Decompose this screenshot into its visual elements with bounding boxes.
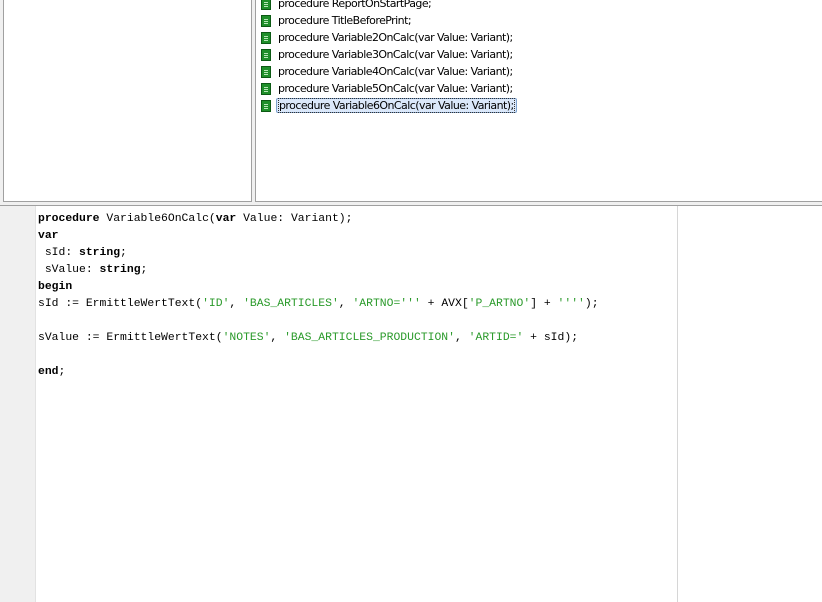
tree-item-procedure[interactable]: procedure Variable3OnCalc(var Value: Var… (261, 46, 517, 63)
tree-item-procedure[interactable]: procedure Variable6OnCalc(var Value: Var… (261, 97, 517, 114)
code-area[interactable]: procedure Variable6OnCalc(var Value: Var… (38, 211, 599, 381)
top-area: procedure ReportOnStartPage; procedure Ti… (0, 0, 822, 202)
code-string: 'ARTID=' (468, 332, 524, 344)
code-text: , (270, 332, 285, 344)
tree-item-label: procedure Variable2OnCalc(var Value: Var… (276, 30, 515, 45)
code-text: sValue := ErmittleWertText( (38, 332, 223, 344)
code-text: + AVX[ (420, 298, 469, 310)
code-keyword: string (99, 264, 141, 276)
tree-item-procedure[interactable]: procedure Variable4OnCalc(var Value: Var… (261, 63, 517, 80)
procedure-icon (261, 0, 271, 10)
procedure-list: procedure ReportOnStartPage; procedure Ti… (261, 0, 517, 114)
tree-item-procedure[interactable]: procedure Variable2OnCalc(var Value: Var… (261, 29, 517, 46)
tree-item-text: procedure Variable5OnCalc(var Value: Var… (278, 82, 513, 95)
code-text: ; (58, 366, 66, 378)
code-keyword: var (215, 213, 237, 225)
code-line: var (38, 228, 599, 245)
code-string: 'BAS_ARTICLES_PRODUCTION' (284, 332, 455, 344)
code-text: sValue: (38, 264, 100, 276)
tree-item-text: procedure Variable6OnCalc(var Value: Var… (278, 98, 515, 113)
procedure-icon (261, 31, 271, 44)
tree-item-label: procedure Variable4OnCalc(var Value: Var… (276, 64, 515, 79)
code-text: ] + (530, 298, 558, 310)
code-text: sId: (38, 247, 80, 259)
code-line: sId: string; (38, 245, 599, 262)
code-line: sValue: string; (38, 262, 599, 279)
procedure-icon (261, 65, 271, 78)
code-keyword: procedure (38, 213, 100, 225)
tree-item-label: procedure Variable5OnCalc(var Value: Var… (276, 81, 515, 96)
editor-gutter[interactable] (0, 206, 36, 602)
code-string: 'ID' (202, 298, 230, 310)
tree-item-text: procedure ReportOnStartPage; (278, 0, 432, 10)
code-line: begin (38, 279, 599, 296)
code-string: 'NOTES' (222, 332, 271, 344)
code-text: Value: Variant); (236, 213, 353, 225)
code-line: end; (38, 364, 599, 381)
tree-item-label: procedure TitleBeforePrint; (276, 13, 413, 28)
code-text: , (229, 298, 244, 310)
procedure-icon (261, 82, 271, 95)
code-string: 'P_ARTNO' (468, 298, 531, 310)
code-text: sId := ErmittleWertText( (38, 298, 203, 310)
tree-item-text: procedure Variable2OnCalc(var Value: Var… (278, 31, 513, 44)
code-line: sId := ErmittleWertText('ID', 'BAS_ARTIC… (38, 296, 599, 313)
code-keyword: begin (38, 281, 73, 293)
code-line: procedure Variable6OnCalc(var Value: Var… (38, 211, 599, 228)
procedure-tree[interactable]: procedure ReportOnStartPage; procedure Ti… (255, 0, 822, 202)
code-text: ; (120, 247, 127, 259)
right-margin-line (677, 206, 678, 602)
code-keyword: string (79, 247, 121, 259)
procedure-icon (261, 48, 271, 61)
tree-item-procedure[interactable]: procedure ReportOnStartPage; (261, 0, 517, 12)
tree-item-procedure[interactable]: procedure TitleBeforePrint; (261, 12, 517, 29)
left-panel[interactable] (3, 0, 252, 202)
code-text: , (454, 332, 469, 344)
code-string: 'ARTNO=''' (352, 298, 421, 310)
tree-item-label: procedure Variable3OnCalc(var Value: Var… (276, 47, 515, 62)
tree-item-procedure[interactable]: procedure Variable5OnCalc(var Value: Var… (261, 80, 517, 97)
tree-item-label: procedure Variable6OnCalc(var Value: Var… (276, 98, 517, 113)
code-string: 'BAS_ARTICLES' (243, 298, 339, 310)
code-text: Variable6OnCalc( (99, 213, 216, 225)
code-text: + sId); (523, 332, 579, 344)
code-line: sValue := ErmittleWertText('NOTES', 'BAS… (38, 330, 599, 347)
code-text: , (338, 298, 353, 310)
procedure-icon (261, 99, 271, 112)
code-keyword: end (38, 366, 59, 378)
code-keyword: var (38, 230, 59, 242)
code-string: '''' (557, 298, 585, 310)
tree-item-label: procedure ReportOnStartPage; (276, 0, 433, 11)
code-editor[interactable]: procedure Variable6OnCalc(var Value: Var… (0, 205, 822, 602)
code-text: ; (140, 264, 148, 276)
tree-item-text: procedure TitleBeforePrint; (278, 14, 412, 27)
code-text: ); (584, 298, 599, 310)
procedure-icon (261, 14, 271, 27)
tree-item-text: procedure Variable4OnCalc(var Value: Var… (278, 65, 513, 78)
tree-item-text: procedure Variable3OnCalc(var Value: Var… (278, 48, 513, 61)
